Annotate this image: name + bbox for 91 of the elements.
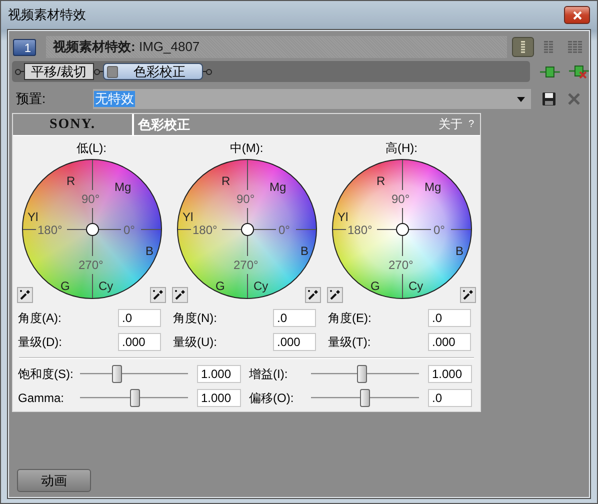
input-field[interactable]: .000 (118, 333, 161, 351)
track-number-badge: 1 (13, 38, 36, 56)
hue-label: G (60, 279, 70, 293)
eyedropper-icon[interactable] (327, 287, 343, 303)
slider-thumb[interactable] (356, 365, 367, 383)
wheel-label: 中(M): (230, 141, 264, 156)
hue-label: R (376, 174, 386, 188)
input-field[interactable]: 1.000 (197, 365, 241, 383)
preset-value: 无特效 (94, 91, 135, 107)
slider-label: Gamma: (18, 390, 66, 407)
hue-label: G (216, 279, 225, 293)
angle-label: 90° (80, 192, 101, 206)
wheel-label: 低(L): (76, 141, 106, 156)
wheel-handle[interactable] (86, 223, 98, 236)
window-title: 视频素材特效 (8, 6, 86, 24)
preset-label: 预置: (16, 90, 47, 108)
remove-plugin-icon[interactable] (569, 64, 589, 78)
header-title: 视频素材特效: IMG_4807 (53, 38, 200, 56)
wheel-label: 高(H): (386, 141, 418, 156)
input-field[interactable]: .000 (428, 333, 471, 351)
hue-label: R (66, 174, 76, 188)
eyedropper-icon[interactable] (172, 287, 188, 303)
slider-track[interactable] (80, 365, 188, 383)
input-field[interactable]: .0 (273, 309, 316, 327)
eyedropper-icon[interactable] (150, 287, 166, 303)
hue-label: Mg (424, 180, 442, 194)
slider-label: 偏移(O): (249, 390, 295, 407)
close-icon (572, 10, 582, 20)
slider-label: 饱和度(S): (18, 366, 74, 383)
slider-track[interactable] (311, 365, 419, 383)
angle-label: 0° (278, 223, 291, 237)
angle-label: 270° (78, 258, 104, 272)
hue-label: Cy (254, 279, 268, 293)
angle-label: 0° (432, 223, 446, 237)
angle-label: 0° (122, 223, 136, 237)
brand-logo-text: SONY. (49, 116, 96, 134)
input-field[interactable]: .0 (428, 309, 471, 327)
color-wheel[interactable]: R Mg Yl B G Cy 90° 180° 0° 270° (332, 159, 472, 299)
slider-label: 增益(I): (249, 366, 289, 383)
input-field[interactable]: .000 (273, 333, 316, 351)
angle-label: 90° (236, 192, 256, 206)
effect-chip[interactable]: 平移/裁切 (24, 63, 94, 80)
eyedropper-icon[interactable] (305, 287, 321, 303)
color-wheel[interactable]: R Mg Yl B G Cy 90° 180° 0° 270° (22, 159, 162, 299)
hue-label: Mg (270, 180, 286, 194)
field-label: 角度(N): (173, 310, 217, 327)
animate-button[interactable]: 动画 (17, 469, 91, 492)
wheel-handle[interactable] (240, 223, 254, 236)
hue-label: Mg (114, 180, 132, 194)
eyedropper-icon[interactable] (17, 287, 33, 303)
field-label: 量级(D): (18, 334, 62, 351)
eyedropper-icon[interactable] (460, 287, 476, 303)
angle-label: 180° (346, 223, 374, 237)
hue-label: B (300, 244, 309, 258)
field-label: 角度(E): (328, 310, 372, 327)
dropdown-arrow-icon (517, 96, 525, 102)
angle-label: 180° (192, 223, 218, 237)
hue-label: Cy (408, 279, 424, 293)
wheel-handle[interactable] (396, 223, 408, 236)
save-icon[interactable] (542, 92, 556, 106)
field-label: 量级(U): (173, 334, 217, 351)
slider-thumb[interactable] (360, 389, 370, 407)
plugin-chain-icon[interactable] (540, 66, 560, 78)
hue-label: R (222, 174, 230, 188)
hue-label: Yl (28, 210, 38, 224)
hue-label: B (456, 244, 464, 258)
hue-label: Yl (182, 210, 194, 224)
angle-label: 270° (388, 258, 414, 272)
input-field[interactable]: 1.000 (428, 365, 472, 383)
slider-track[interactable] (80, 389, 188, 407)
slider-thumb[interactable] (112, 365, 122, 383)
input-field[interactable]: .0 (118, 309, 161, 327)
hue-label: Cy (98, 279, 114, 293)
hue-label: Yl (338, 210, 348, 224)
slider-thumb[interactable] (130, 389, 140, 407)
input-field[interactable]: .0 (428, 389, 472, 407)
angle-label: 90° (390, 192, 411, 206)
angle-label: 180° (36, 223, 64, 237)
input-field[interactable]: 1.000 (197, 389, 241, 407)
field-label: 角度(A): (18, 310, 62, 327)
color-wheel[interactable]: R Mg Yl B G Cy 90° 180° 0° 270° (176, 159, 316, 299)
hue-label: G (370, 279, 380, 293)
slider-track[interactable] (311, 389, 419, 407)
hue-label: B (146, 244, 154, 258)
close-button[interactable] (564, 6, 590, 24)
bypass-toggle[interactable] (106, 66, 118, 78)
field-label: 量级(T): (328, 334, 371, 351)
angle-label: 270° (232, 258, 260, 272)
effect-chip[interactable]: 色彩校正 (102, 63, 203, 80)
plugin-title: 色彩校正 (138, 116, 190, 134)
single-column-view-icon[interactable] (512, 37, 534, 57)
